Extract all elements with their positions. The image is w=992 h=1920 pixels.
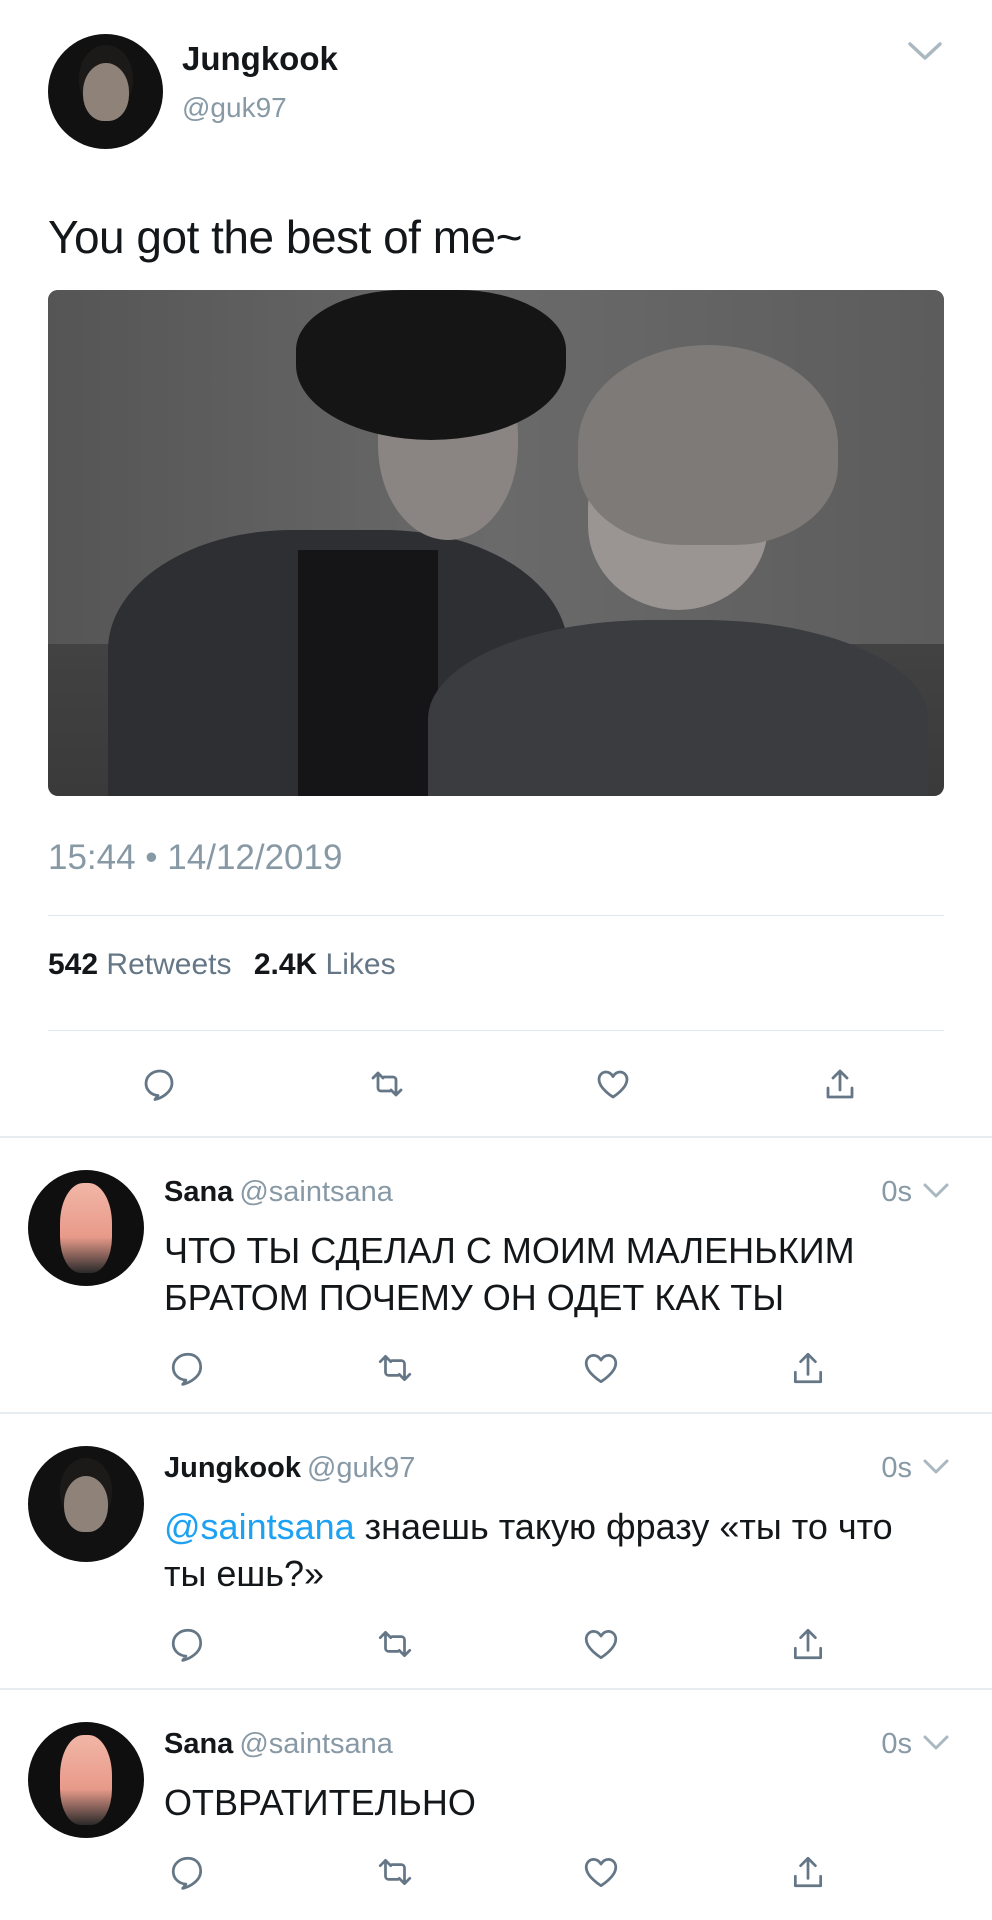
- share-icon[interactable]: [788, 1624, 828, 1664]
- reply-actions: [168, 1852, 828, 1892]
- reply-time: 0s: [881, 1452, 912, 1484]
- reply-icon[interactable]: [140, 1064, 180, 1104]
- chevron-down-icon[interactable]: [922, 1180, 950, 1202]
- retweets-label[interactable]: Retweets: [106, 948, 231, 981]
- tweet-stats: 542 Retweets 2.4K Likes: [48, 948, 410, 982]
- chevron-down-icon[interactable]: [922, 1732, 950, 1754]
- reply-time: 0s: [881, 1176, 912, 1208]
- reply-text-content: ЧТО ТЫ СДЕЛАЛ С МОИМ МАЛЕНЬКИМ БРАТОМ ПО…: [164, 1230, 855, 1318]
- author-handle[interactable]: @guk97: [182, 92, 287, 124]
- tweet-text: You got the best of me~: [48, 211, 523, 263]
- main-tweet: Jungkook @guk97 You got the best of me~ …: [0, 0, 992, 1136]
- reply-tweet[interactable]: Sana @saintsana 0s ОТВРАТИТЕЛЬНО: [0, 1690, 992, 1920]
- tweet-timestamp: 15:44 • 14/12/2019: [48, 838, 343, 877]
- retweets-count[interactable]: 542: [48, 948, 98, 981]
- like-icon[interactable]: [581, 1624, 621, 1664]
- reply-time: 0s: [881, 1728, 912, 1760]
- retweet-icon[interactable]: [367, 1064, 407, 1104]
- retweet-icon[interactable]: [375, 1852, 415, 1892]
- chevron-down-icon[interactable]: [922, 1456, 950, 1478]
- avatar[interactable]: [28, 1170, 144, 1286]
- reply-header: Sana @saintsana: [164, 1176, 393, 1209]
- reply-icon[interactable]: [168, 1624, 208, 1664]
- reply-text: @saintsana знаешь такую фразу «ты то что…: [164, 1504, 944, 1598]
- like-icon[interactable]: [581, 1852, 621, 1892]
- likes-count[interactable]: 2.4K: [254, 948, 317, 981]
- reply-tweet[interactable]: Sana @saintsana 0s ЧТО ТЫ СДЕЛАЛ С МОИМ М…: [0, 1138, 992, 1412]
- tweet-actions: [140, 1064, 860, 1104]
- avatar[interactable]: [28, 1722, 144, 1838]
- share-icon[interactable]: [788, 1348, 828, 1388]
- reply-text-content: ОТВРАТИТЕЛЬНО: [164, 1782, 476, 1823]
- retweet-icon[interactable]: [375, 1348, 415, 1388]
- reply-author-handle[interactable]: @saintsana: [239, 1728, 393, 1760]
- reply-icon[interactable]: [168, 1852, 208, 1892]
- reply-header: Jungkook @guk97: [164, 1452, 415, 1485]
- tweet-photo[interactable]: [48, 290, 944, 796]
- divider: [48, 1030, 944, 1031]
- share-icon[interactable]: [788, 1852, 828, 1892]
- reply-icon[interactable]: [168, 1348, 208, 1388]
- reply-tweet[interactable]: Jungkook @guk97 0s @saintsana знаешь таку…: [0, 1414, 992, 1688]
- share-icon[interactable]: [820, 1064, 860, 1104]
- reply-text: ОТВРАТИТЕЛЬНО: [164, 1780, 944, 1827]
- chevron-down-icon[interactable]: [906, 38, 944, 66]
- reply-text: ЧТО ТЫ СДЕЛАЛ С МОИМ МАЛЕНЬКИМ БРАТОМ ПО…: [164, 1228, 944, 1322]
- mention-link[interactable]: @saintsana: [164, 1506, 355, 1547]
- reply-author-name[interactable]: Sana: [164, 1728, 233, 1760]
- author-avatar[interactable]: [48, 34, 163, 149]
- divider: [48, 915, 944, 916]
- author-name[interactable]: Jungkook: [182, 40, 338, 78]
- like-icon[interactable]: [593, 1064, 633, 1104]
- reply-actions: [168, 1624, 828, 1664]
- reply-author-name[interactable]: Jungkook: [164, 1452, 301, 1484]
- reply-author-handle[interactable]: @saintsana: [239, 1176, 393, 1208]
- likes-label[interactable]: Likes: [326, 948, 396, 981]
- reply-header: Sana @saintsana: [164, 1728, 393, 1761]
- avatar[interactable]: [28, 1446, 144, 1562]
- reply-author-name[interactable]: Sana: [164, 1176, 233, 1208]
- reply-author-handle[interactable]: @guk97: [307, 1452, 415, 1484]
- retweet-icon[interactable]: [375, 1624, 415, 1664]
- like-icon[interactable]: [581, 1348, 621, 1388]
- reply-actions: [168, 1348, 828, 1388]
